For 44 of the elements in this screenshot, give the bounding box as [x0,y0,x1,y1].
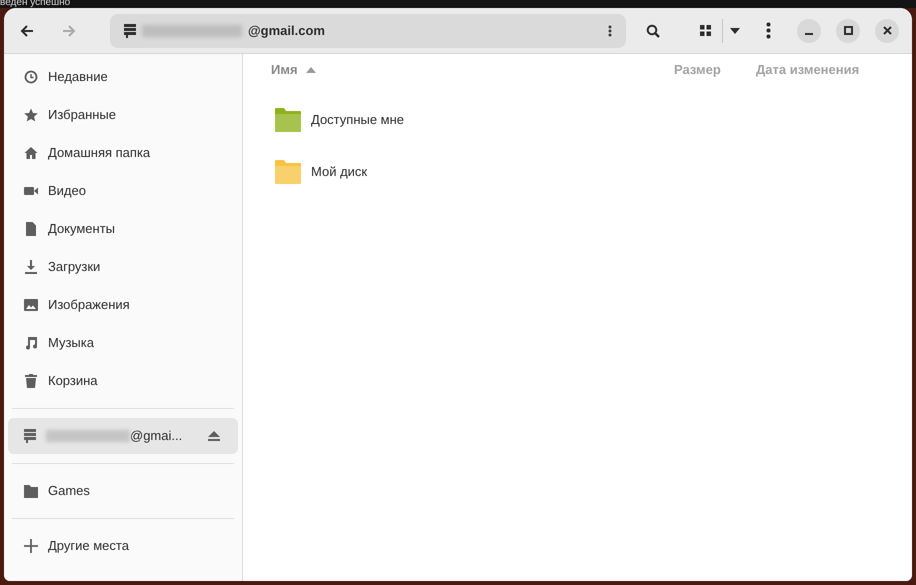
file-row[interactable]: Мой диск [243,146,912,198]
close-button[interactable] [875,18,899,42]
sidebar-item[interactable]: Видео [8,173,238,209]
file-row[interactable]: Доступные мне [243,94,912,146]
close-icon [882,26,892,35]
sidebar-item[interactable]: Домашняя папка [8,135,238,171]
back-arrow-icon [20,24,34,38]
home-icon [24,146,38,160]
sidebar-item[interactable]: Загрузки [8,249,238,285]
sidebar-item[interactable]: @gmai... [8,418,238,454]
folder-icon [24,484,38,498]
path-text: @gmail.com [248,22,325,40]
eject-icon[interactable] [208,431,220,441]
path-bar[interactable]: @gmail.com [110,14,626,48]
grid-icon [700,25,710,36]
document-icon [24,222,38,236]
video-icon [24,184,38,198]
sidebar-item[interactable]: Избранные [8,97,238,133]
recent-icon [24,70,38,84]
vertical-dots-icon [766,22,770,39]
minimize-icon [805,32,813,34]
sidebar-item[interactable]: Музыка [8,325,238,361]
sidebar-item[interactable]: Документы [8,211,238,247]
minimize-button[interactable] [797,18,821,42]
plus-icon [24,539,38,553]
download-icon [24,260,38,274]
sidebar-item[interactable]: Корзина [8,363,238,399]
server-icon [24,429,36,443]
forward-arrow-icon [62,24,76,38]
sidebar-item[interactable]: Изображения [8,287,238,323]
maximize-icon [844,26,852,35]
sort-ascending-icon [306,67,316,73]
trash-icon [24,374,38,388]
sidebar-item[interactable]: Games [8,473,238,509]
maximize-button[interactable] [836,18,860,42]
search-icon [646,24,660,38]
dropdown-caret-icon [730,28,740,34]
image-icon [24,298,38,312]
music-icon [24,336,38,350]
server-icon [124,24,136,38]
vertical-dots-icon[interactable] [608,24,612,36]
sidebar-item[interactable]: Другие места [8,528,238,564]
starred-icon [24,108,38,122]
sidebar-item[interactable]: Недавние [8,59,238,95]
